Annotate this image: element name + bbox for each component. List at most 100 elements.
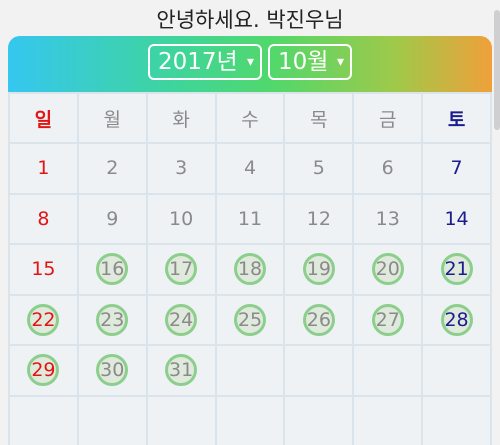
- attendance-mark-icon: 23: [96, 303, 129, 336]
- empty-day-cell: [147, 396, 215, 445]
- day-cell[interactable]: 3: [147, 144, 215, 193]
- empty-day-cell: [10, 396, 77, 445]
- attendance-mark-icon: 27: [371, 303, 404, 336]
- calendar: 2017년 ▾ 10월 ▾ 일 월 화 수 목 금 토 1 2 3 4 5 6 7 8 9 10 11 12 13 14…: [8, 36, 492, 445]
- day-number: 10: [169, 207, 194, 230]
- calendar-grid: 일 월 화 수 목 금 토 1 2 3 4 5 6 7 8 9 10 11 12 13 14 15 16 17 18 19 20 21…: [8, 92, 492, 445]
- day-cell[interactable]: 20: [354, 245, 422, 294]
- day-cell[interactable]: 1: [10, 144, 77, 193]
- weekday-header: 월: [78, 94, 146, 142]
- attendance-mark-icon: 30: [96, 354, 129, 387]
- day-cell[interactable]: 15: [10, 245, 77, 294]
- day-cell[interactable]: 5: [285, 144, 353, 193]
- day-cell[interactable]: 6: [354, 144, 422, 193]
- day-number: 14: [444, 207, 469, 230]
- empty-day-cell: [285, 346, 353, 395]
- day-cell[interactable]: 12: [285, 194, 353, 243]
- day-number: 8: [37, 207, 50, 230]
- empty-day-cell: [285, 396, 353, 445]
- empty-day-cell: [78, 396, 146, 445]
- day-cell[interactable]: 4: [216, 144, 284, 193]
- attendance-mark-icon: 29: [27, 354, 60, 387]
- day-number: 21: [444, 258, 469, 281]
- attendance-mark-icon: 26: [302, 303, 335, 336]
- day-cell[interactable]: 9: [78, 194, 146, 243]
- weekday-header: 목: [285, 94, 353, 142]
- day-number: 30: [100, 359, 125, 382]
- day-number: 31: [169, 359, 194, 382]
- day-number: 9: [106, 207, 119, 230]
- attendance-mark-icon: 18: [233, 253, 266, 286]
- weekday-header: 토: [423, 94, 490, 142]
- empty-day-cell: [216, 346, 284, 395]
- scrollbar[interactable]: [494, 10, 500, 130]
- attendance-mark-icon: 21: [440, 253, 473, 286]
- attendance-mark-icon: 31: [165, 354, 198, 387]
- day-cell[interactable]: 31: [147, 346, 215, 395]
- day-number: 23: [100, 308, 125, 331]
- day-cell[interactable]: 23: [78, 295, 146, 344]
- day-number: 16: [100, 258, 125, 281]
- day-cell[interactable]: 28: [423, 295, 490, 344]
- day-number: 3: [175, 157, 188, 180]
- calendar-header: 2017년 ▾ 10월 ▾: [8, 36, 492, 92]
- day-number: 12: [306, 207, 331, 230]
- day-number: 20: [375, 258, 400, 281]
- day-cell[interactable]: 24: [147, 295, 215, 344]
- day-cell[interactable]: 14: [423, 194, 490, 243]
- day-number: 29: [31, 359, 56, 382]
- empty-day-cell: [216, 396, 284, 445]
- greeting-text: 안녕하세요. 박진우님: [156, 8, 344, 32]
- day-number: 11: [237, 207, 263, 230]
- weekday-header: 일: [10, 94, 77, 142]
- empty-day-cell: [423, 346, 490, 395]
- day-number: 19: [306, 258, 331, 281]
- day-cell[interactable]: 10: [147, 194, 215, 243]
- day-cell[interactable]: 30: [78, 346, 146, 395]
- day-number: 22: [31, 308, 56, 331]
- day-number: 18: [237, 258, 263, 281]
- attendance-mark-icon: 19: [302, 253, 335, 286]
- day-cell[interactable]: 11: [216, 194, 284, 243]
- month-value: 10월: [278, 49, 329, 75]
- empty-day-cell: [354, 346, 422, 395]
- day-cell[interactable]: 13: [354, 194, 422, 243]
- day-number: 26: [306, 308, 331, 331]
- day-number: 2: [106, 157, 119, 180]
- day-cell[interactable]: 26: [285, 295, 353, 344]
- day-number: 7: [450, 157, 463, 180]
- day-number: 15: [31, 258, 56, 281]
- day-cell[interactable]: 7: [423, 144, 490, 193]
- day-number: 24: [169, 308, 194, 331]
- day-cell[interactable]: 18: [216, 245, 284, 294]
- day-cell[interactable]: 16: [78, 245, 146, 294]
- day-cell[interactable]: 17: [147, 245, 215, 294]
- day-cell[interactable]: 2: [78, 144, 146, 193]
- day-cell[interactable]: 19: [285, 245, 353, 294]
- year-select[interactable]: 2017년 ▾: [148, 44, 262, 80]
- day-number: 28: [444, 308, 469, 331]
- day-number: 4: [243, 157, 257, 180]
- day-cell[interactable]: 27: [354, 295, 422, 344]
- day-cell[interactable]: 22: [10, 295, 77, 344]
- attendance-mark-icon: 25: [233, 303, 266, 336]
- chevron-down-icon: ▾: [336, 54, 344, 70]
- day-number: 1: [37, 157, 50, 180]
- year-value: 2017년: [158, 49, 238, 75]
- day-cell[interactable]: 8: [10, 194, 77, 243]
- month-select[interactable]: 10월 ▾: [268, 44, 352, 80]
- weekday-header: 금: [354, 94, 422, 142]
- empty-day-cell: [354, 396, 422, 445]
- attendance-mark-icon: 20: [371, 253, 404, 286]
- day-cell[interactable]: 25: [216, 295, 284, 344]
- day-cell[interactable]: 21: [423, 245, 490, 294]
- attendance-mark-icon: 17: [165, 253, 198, 286]
- attendance-mark-icon: 22: [27, 303, 60, 336]
- day-number: 13: [375, 207, 400, 230]
- day-cell[interactable]: 29: [10, 346, 77, 395]
- attendance-mark-icon: 28: [440, 303, 473, 336]
- day-number: 5: [312, 157, 325, 180]
- chevron-down-icon: ▾: [246, 54, 254, 70]
- attendance-mark-icon: 24: [165, 303, 198, 336]
- weekday-header: 화: [147, 94, 215, 142]
